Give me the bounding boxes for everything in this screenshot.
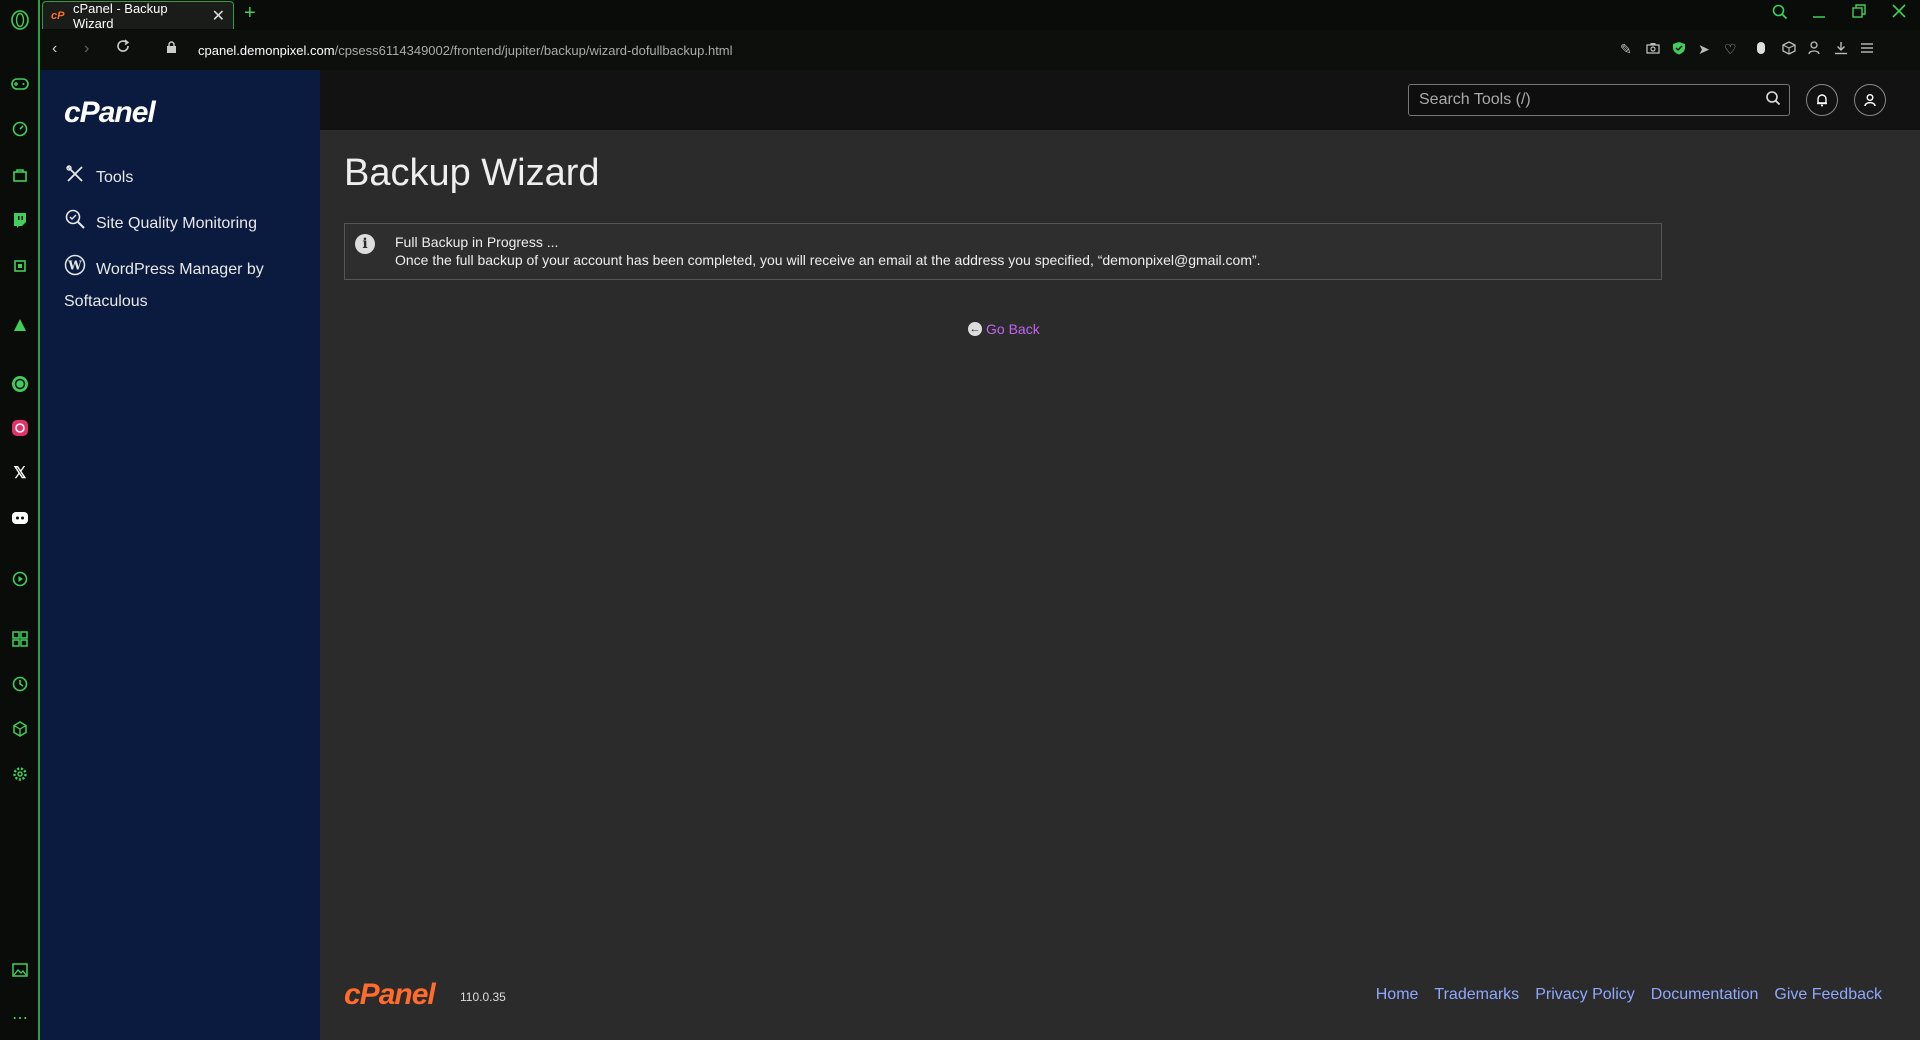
- tab-bar: cP cPanel - Backup Wizard ✕ +: [40, 0, 1920, 31]
- wordpress-icon: W: [64, 254, 86, 286]
- lock-icon[interactable]: [166, 41, 177, 59]
- opera-sidebar: 𝕏 ⋯: [0, 0, 40, 1040]
- sidebar-item-label: WordPress Manager by: [96, 261, 264, 278]
- user-account-icon[interactable]: [1854, 84, 1886, 116]
- sidebar-item-row: W WordPress Manager by: [64, 254, 264, 286]
- instagram-icon[interactable]: [8, 416, 32, 440]
- sidebar-item-label-2: Softaculous: [64, 293, 148, 310]
- close-window-icon[interactable]: [1892, 4, 1906, 23]
- history-icon[interactable]: [8, 672, 32, 696]
- arrow-left-circle-icon: ←: [968, 322, 982, 336]
- camera-icon[interactable]: [1646, 41, 1660, 57]
- speed-dial-icon[interactable]: [8, 117, 32, 141]
- back-arrow-icon[interactable]: ‹: [52, 40, 57, 58]
- alert-heading: Full Backup in Progress ...: [395, 234, 559, 250]
- footer-cpanel-logo[interactable]: cPanel: [344, 978, 436, 1012]
- search-tools-input[interactable]: [1417, 90, 1765, 110]
- cube-extension-icon[interactable]: [1782, 41, 1796, 58]
- minimize-icon[interactable]: [1812, 4, 1826, 25]
- sidebar-item-label: Tools: [96, 169, 134, 186]
- tab-cpanel-backup[interactable]: cP cPanel - Backup Wizard ✕: [42, 0, 234, 31]
- extensions-icon[interactable]: [8, 717, 32, 741]
- footer-links: Home Trademarks Privacy Policy Documenta…: [1376, 986, 1882, 1004]
- heart-icon[interactable]: ♡: [1724, 41, 1737, 58]
- restore-icon[interactable]: [1852, 4, 1866, 23]
- footer-link-give-feedback[interactable]: Give Feedback: [1774, 986, 1882, 1004]
- discord-icon[interactable]: [8, 506, 32, 530]
- adblock-shield-icon[interactable]: [1672, 41, 1686, 58]
- gallery-icon[interactable]: [8, 958, 32, 982]
- tab-title: cPanel - Backup Wizard: [72, 0, 168, 31]
- footer-link-trademarks[interactable]: Trademarks: [1434, 986, 1519, 1004]
- edit-page-icon[interactable]: ✎: [1620, 41, 1632, 58]
- cpu-icon[interactable]: [8, 254, 32, 278]
- aria-icon[interactable]: [8, 313, 32, 337]
- search-icon[interactable]: [1765, 90, 1781, 111]
- url-text[interactable]: cpanel.demonpixel.com/cpsess6114349002/f…: [198, 43, 733, 58]
- more-icon[interactable]: ⋯: [8, 1006, 32, 1030]
- download-icon[interactable]: [1834, 41, 1848, 58]
- cpanel-sidebar: cPanel Tools Site Quality Monitoring W W…: [40, 70, 320, 1040]
- easy-setup-menu-icon[interactable]: [1860, 41, 1874, 57]
- player-icon[interactable]: [8, 567, 32, 591]
- mouse-extension-icon[interactable]: [1756, 41, 1766, 58]
- gamepad-icon[interactable]: [8, 72, 32, 96]
- cpanel-logo[interactable]: cPanel: [64, 96, 156, 130]
- shopping-bag-icon[interactable]: [8, 163, 32, 187]
- url-host: cpanel.demonpixel.com: [198, 43, 335, 58]
- new-tab-plus-icon[interactable]: +: [244, 2, 256, 25]
- search-tabs-icon[interactable]: [1772, 4, 1788, 25]
- backup-info-alert: i Full Backup in Progress ... Once the f…: [344, 223, 1662, 280]
- go-back-link[interactable]: ← Go Back: [968, 321, 1040, 337]
- sidebar-item-wordpress-manager[interactable]: W WordPress Manager by Softaculous: [64, 254, 264, 318]
- notifications-bell-icon[interactable]: [1806, 84, 1838, 116]
- page-title: Backup Wizard: [344, 152, 600, 194]
- forward-arrow-icon[interactable]: ›: [84, 40, 89, 58]
- twitch-icon[interactable]: [8, 208, 32, 232]
- cpanel-topbar: [320, 70, 1920, 130]
- whatsapp-icon[interactable]: [8, 372, 32, 396]
- cpanel-version: 110.0.35: [460, 990, 506, 1004]
- svg-text:W: W: [67, 259, 82, 273]
- x-twitter-icon[interactable]: 𝕏: [8, 461, 32, 485]
- tab-close-icon[interactable]: ✕: [212, 6, 225, 26]
- opera-logo-icon[interactable]: [8, 8, 32, 32]
- go-back-label: Go Back: [986, 321, 1040, 337]
- send-icon[interactable]: ➤: [1698, 41, 1710, 58]
- profile-icon[interactable]: [1808, 41, 1820, 58]
- workspaces-icon[interactable]: [8, 627, 32, 651]
- sidebar-item-label: Site Quality Monitoring: [96, 215, 257, 232]
- alert-message: Once the full backup of your account has…: [395, 252, 1261, 268]
- sidebar-item-tools[interactable]: Tools: [64, 162, 133, 194]
- footer-link-documentation[interactable]: Documentation: [1651, 986, 1759, 1004]
- site-quality-icon: [64, 208, 86, 240]
- footer-link-privacy-policy[interactable]: Privacy Policy: [1535, 986, 1635, 1004]
- tools-icon: [64, 162, 86, 194]
- url-path: /cpsess6114349002/frontend/jupiter/backu…: [334, 43, 733, 58]
- settings-gear-icon[interactable]: [8, 762, 32, 786]
- cpanel-favicon-icon: cP: [51, 9, 65, 22]
- footer-link-home[interactable]: Home: [1376, 986, 1419, 1004]
- info-icon: i: [355, 234, 375, 254]
- search-tools-box[interactable]: [1408, 84, 1790, 116]
- address-bar: ‹ › cpanel.demonpixel.com/cpsess61143490…: [40, 30, 1920, 70]
- reload-icon[interactable]: [116, 39, 130, 58]
- main-content: Backup Wizard i Full Backup in Progress …: [320, 130, 1920, 1040]
- sidebar-item-site-quality-monitoring[interactable]: Site Quality Monitoring: [64, 208, 257, 240]
